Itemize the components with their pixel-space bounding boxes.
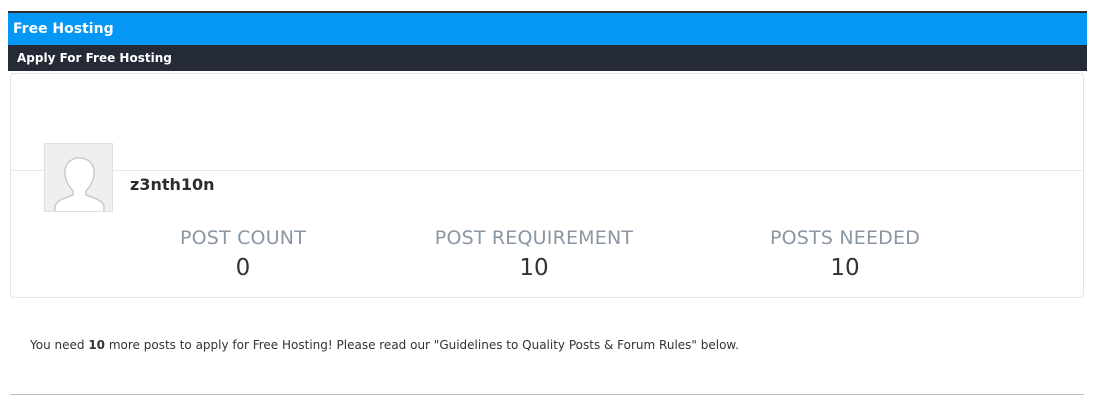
section-title: Apply For Free Hosting (17, 51, 172, 65)
message-prefix: You need (30, 338, 89, 352)
message-count: 10 (88, 338, 106, 352)
stat-post-count: POST COUNT 0 (113, 227, 373, 281)
bottom-divider (10, 394, 1084, 395)
stat-label: POSTS NEEDED (769, 227, 921, 249)
user-silhouette-icon (54, 157, 105, 211)
stat-posts-needed: POSTS NEEDED 10 (715, 227, 975, 281)
section-header-bar: Apply For Free Hosting (8, 45, 1087, 71)
stat-label: POST REQUIREMENT (434, 227, 634, 249)
avatar[interactable] (44, 143, 113, 212)
stat-value: 10 (830, 255, 860, 281)
username[interactable]: z3nth10n (130, 175, 215, 194)
page-title-bar: Free Hosting (8, 13, 1087, 45)
stat-post-requirement: POST REQUIREMENT 10 (404, 227, 664, 281)
message-suffix: more posts to apply for Free Hosting! Pl… (105, 338, 739, 352)
profile-card: z3nth10n POST COUNT 0 POST REQUIREMENT 1… (10, 73, 1084, 298)
page-title: Free Hosting (13, 21, 114, 37)
card-divider (11, 170, 1083, 171)
requirement-message: You need 10 more posts to apply for Free… (30, 338, 739, 352)
stat-label: POST COUNT (179, 227, 307, 249)
stat-value: 0 (235, 255, 251, 281)
stat-value: 10 (519, 255, 549, 281)
